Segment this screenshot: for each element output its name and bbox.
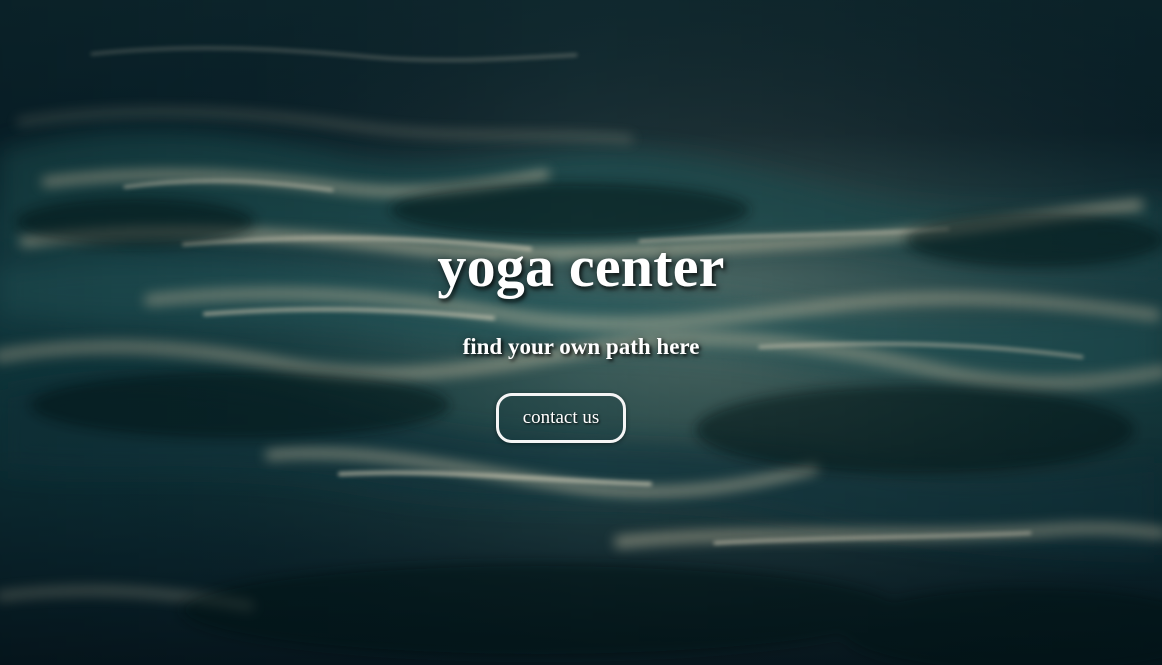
hero-section: yoga center find your own path here cont… [0,0,1162,665]
page-title: yoga center [437,234,725,299]
hero-content: yoga center find your own path here cont… [0,0,1162,665]
page-subtitle: find your own path here [462,334,700,359]
contact-us-button[interactable]: contact us [496,393,626,443]
